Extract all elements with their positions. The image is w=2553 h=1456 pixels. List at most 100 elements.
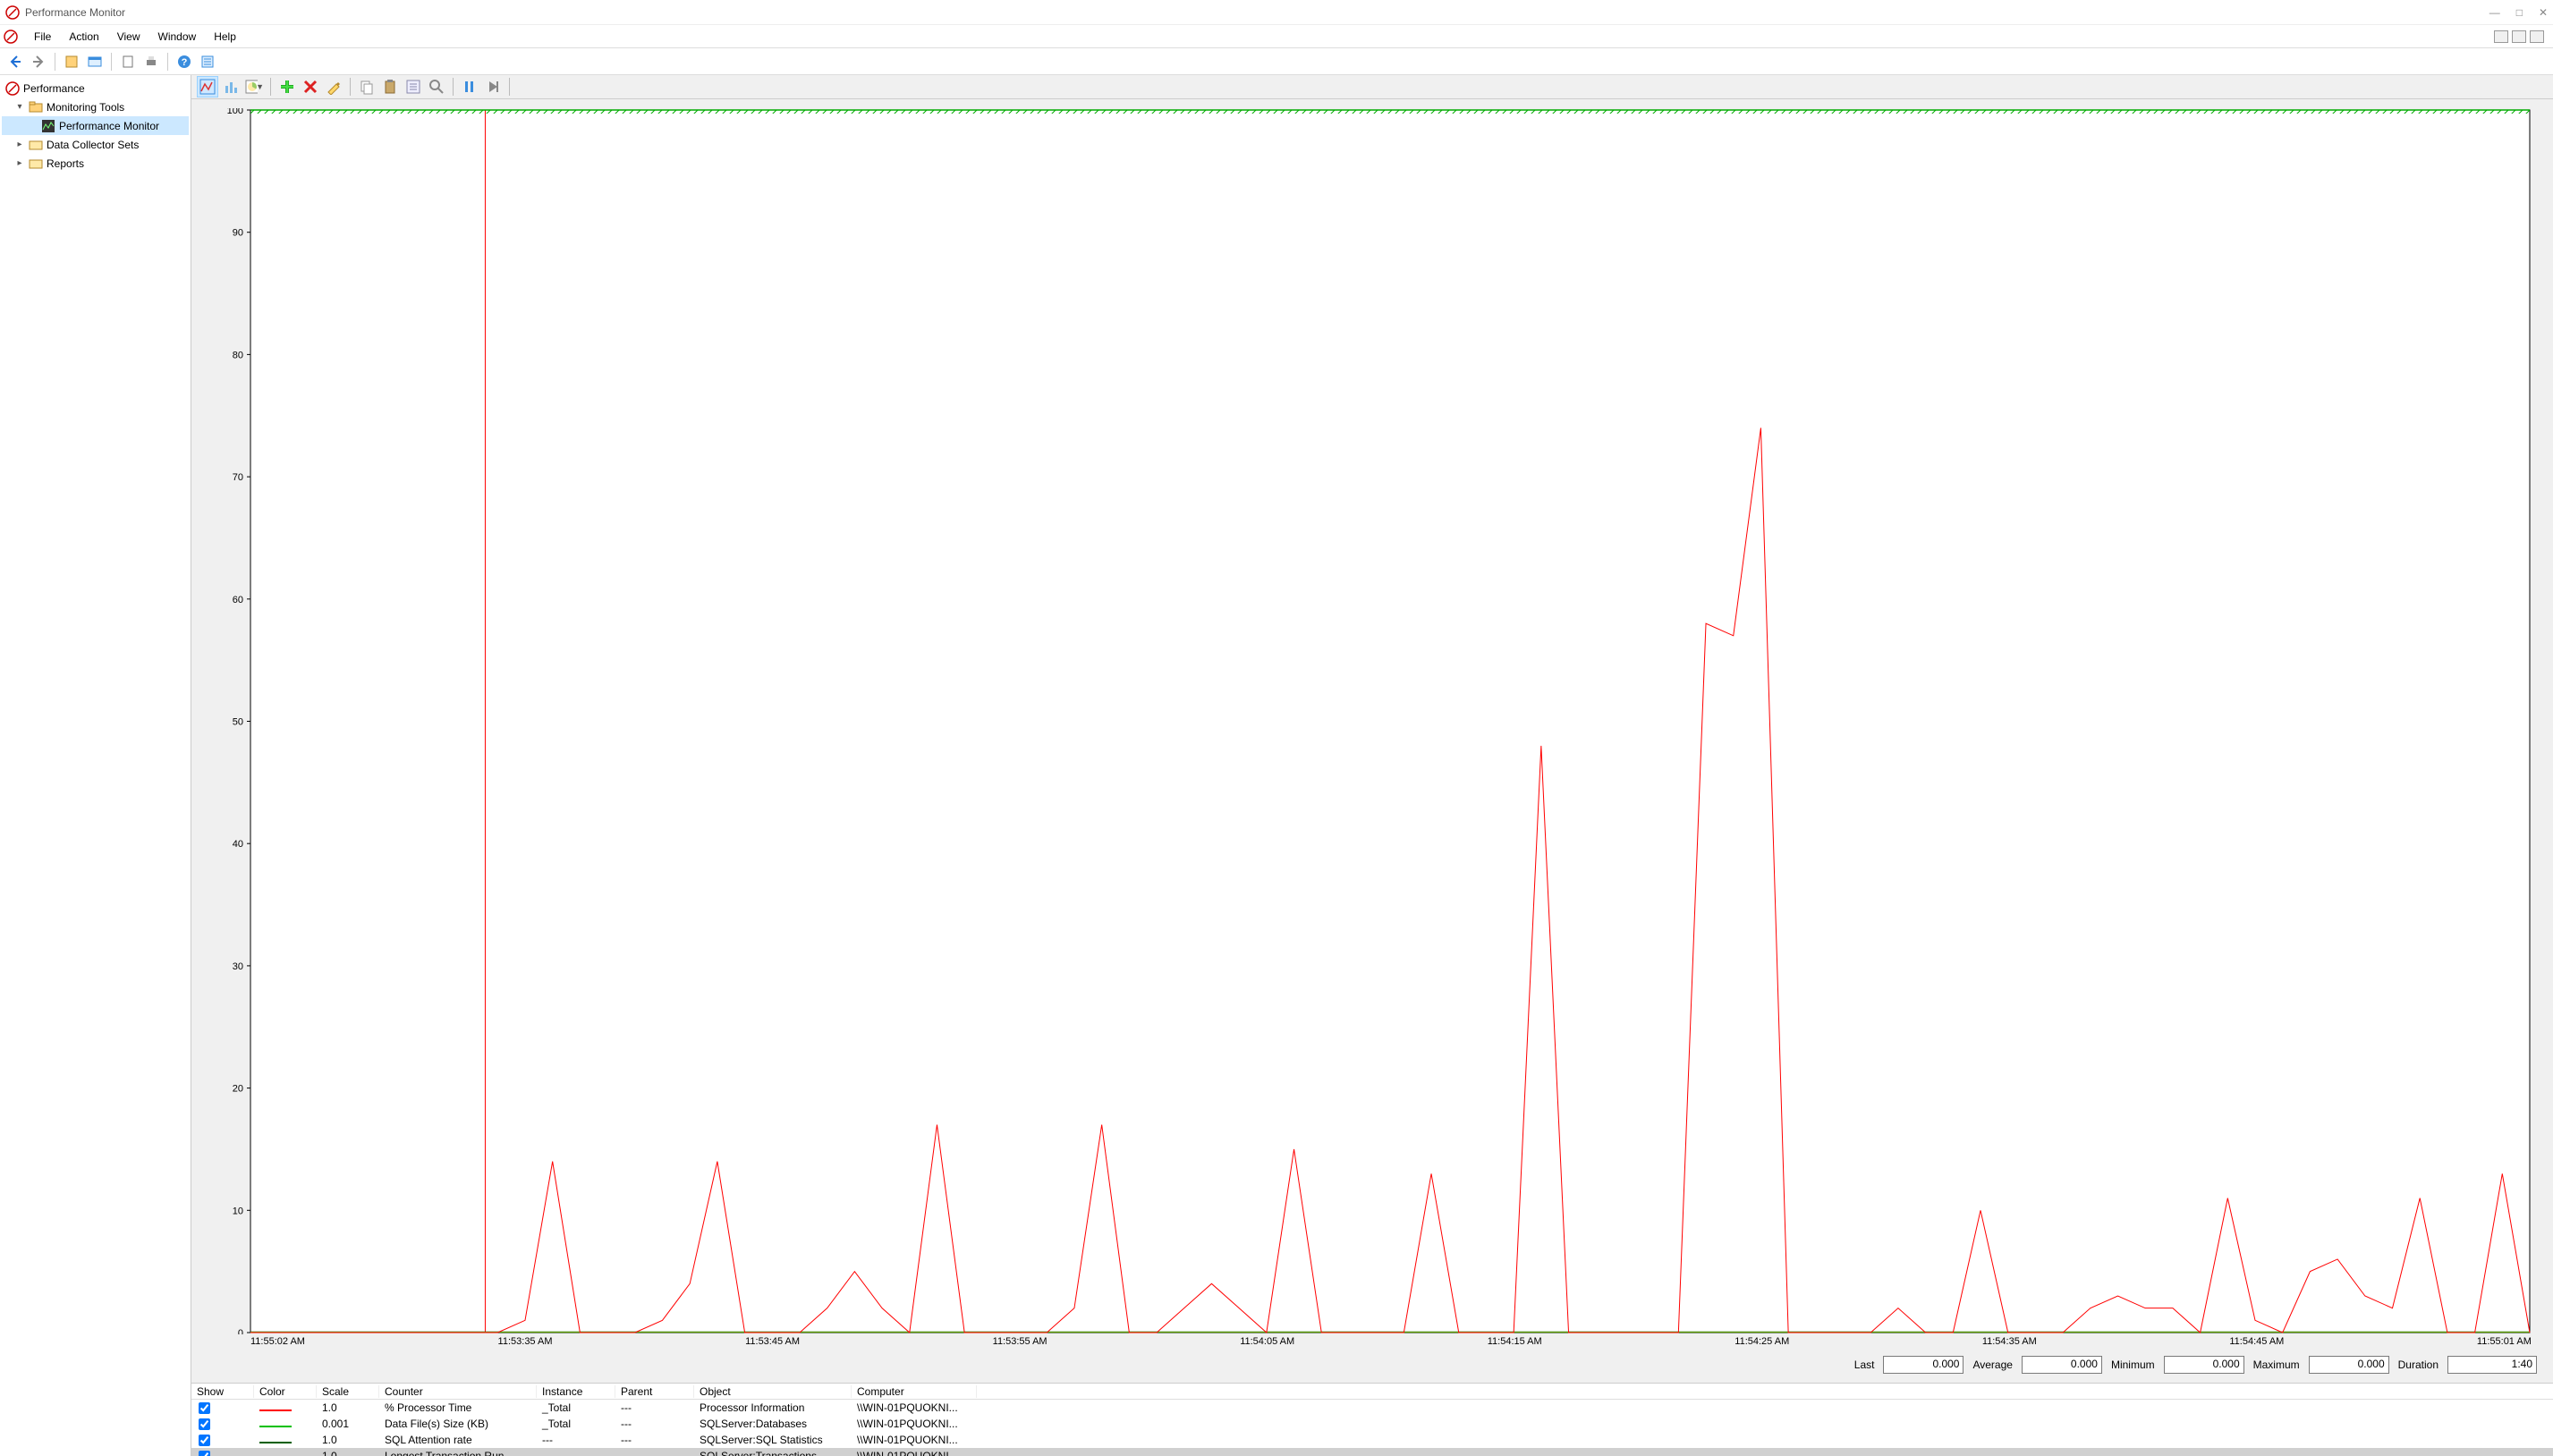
counter-row[interactable]: 1.0% Processor Time_Total---Processor In… [191, 1400, 2553, 1416]
x-axis-labels: 11:55:02 AM11:53:35 AM11:53:45 AM11:53:5… [213, 1336, 2532, 1347]
update-data-button[interactable] [482, 76, 504, 97]
maximize-button[interactable]: □ [2516, 6, 2523, 19]
svg-text:30: 30 [233, 961, 243, 972]
tree-expander-icon[interactable]: ▸ [14, 140, 25, 149]
col-show[interactable]: Show [191, 1385, 254, 1398]
properties-tool-button[interactable] [198, 52, 217, 72]
counter-row[interactable]: 0.001Data File(s) Size (KB)_Total---SQLS… [191, 1416, 2553, 1432]
menu-window[interactable]: Window [149, 27, 206, 47]
view-histogram-button[interactable] [220, 76, 242, 97]
svg-text:0: 0 [238, 1328, 243, 1334]
view-report-button[interactable]: ▼ [243, 76, 265, 97]
col-scale[interactable]: Scale [317, 1385, 379, 1398]
computer-cell: \\WIN-01PQUOKNI... [852, 1450, 977, 1456]
svg-text:50: 50 [233, 717, 243, 728]
counter-header-row: Show Color Scale Counter Instance Parent… [191, 1384, 2553, 1400]
export-button[interactable] [118, 52, 138, 72]
duration-label: Duration [2398, 1359, 2438, 1371]
menu-file[interactable]: File [25, 27, 60, 47]
highlight-button[interactable] [323, 76, 344, 97]
folder-icon [29, 138, 43, 152]
app-icon [5, 5, 20, 20]
color-swatch [259, 1442, 292, 1443]
tree-label: Performance [23, 82, 85, 95]
delete-counter-button[interactable] [300, 76, 321, 97]
minimum-label: Minimum [2111, 1359, 2155, 1371]
freeze-display-button[interactable] [459, 76, 480, 97]
menu-action[interactable]: Action [60, 27, 107, 47]
minimize-button[interactable]: — [2489, 6, 2500, 19]
tree-expander-icon[interactable]: ▸ [14, 158, 25, 168]
instance-cell: _Total [537, 1418, 615, 1430]
last-value: 0.000 [1883, 1356, 1964, 1374]
show-hide-tree-button[interactable] [62, 52, 81, 72]
col-computer[interactable]: Computer [852, 1385, 977, 1398]
mdi-minimize-button[interactable] [2494, 30, 2508, 43]
paste-button[interactable] [379, 76, 401, 97]
col-counter[interactable]: Counter [379, 1385, 537, 1398]
properties-button[interactable] [403, 76, 424, 97]
show-checkbox[interactable] [199, 1435, 210, 1446]
counter-row[interactable]: 1.0Longest Transaction Run...------SQLSe… [191, 1448, 2553, 1456]
col-instance[interactable]: Instance [537, 1385, 615, 1398]
counter-row[interactable]: 1.0SQL Attention rate------SQLServer:SQL… [191, 1432, 2553, 1448]
perfmon-root-icon [5, 81, 20, 96]
col-object[interactable]: Object [694, 1385, 852, 1398]
last-label: Last [1854, 1359, 1875, 1371]
object-cell: SQLServer:Databases [694, 1418, 852, 1430]
nav-forward-button[interactable] [29, 52, 48, 72]
color-swatch [259, 1426, 292, 1427]
counter-list[interactable]: Show Color Scale Counter Instance Parent… [191, 1383, 2553, 1456]
folder-icon [29, 100, 43, 114]
close-button[interactable]: ✕ [2539, 6, 2548, 19]
show-checkbox[interactable] [199, 1418, 210, 1430]
navigation-tree[interactable]: Performance ▾ Monitoring Tools Performan… [0, 75, 191, 1456]
parent-cell: --- [615, 1450, 694, 1456]
show-checkbox[interactable] [199, 1451, 210, 1456]
mdi-restore-button[interactable] [2512, 30, 2526, 43]
parent-cell: --- [615, 1418, 694, 1430]
menu-view[interactable]: View [108, 27, 149, 47]
object-cell: SQLServer:Transactions [694, 1450, 852, 1456]
svg-text:?: ? [182, 57, 188, 68]
scale-cell: 1.0 [317, 1401, 379, 1414]
print-button[interactable] [141, 52, 161, 72]
menu-help[interactable]: Help [205, 27, 245, 47]
help-button[interactable]: ? [174, 52, 194, 72]
tree-expander-icon[interactable]: ▾ [14, 102, 25, 112]
tree-root-performance[interactable]: Performance [2, 79, 189, 97]
scale-cell: 1.0 [317, 1434, 379, 1446]
instance-cell: --- [537, 1434, 615, 1446]
col-parent[interactable]: Parent [615, 1385, 694, 1398]
zoom-button[interactable] [426, 76, 447, 97]
x-tick-label: 11:53:35 AM [498, 1336, 553, 1347]
computer-cell: \\WIN-01PQUOKNI... [852, 1401, 977, 1414]
x-tick-label: 11:54:35 AM [1982, 1336, 2037, 1347]
copy-button[interactable] [356, 76, 377, 97]
tree-label: Monitoring Tools [47, 101, 124, 114]
chart-area[interactable]: 0102030405060708090100 11:55:02 AM11:53:… [191, 99, 2553, 1350]
tree-reports[interactable]: ▸ Reports [2, 154, 189, 173]
counter-cell: Data File(s) Size (KB) [379, 1418, 537, 1430]
view-line-button[interactable] [197, 76, 218, 97]
app-icon-small [4, 30, 18, 44]
tree-monitoring-tools[interactable]: ▾ Monitoring Tools [2, 97, 189, 116]
computer-cell: \\WIN-01PQUOKNI... [852, 1418, 977, 1430]
chart-icon [41, 119, 55, 133]
mdi-close-button[interactable] [2530, 30, 2544, 43]
computer-cell: \\WIN-01PQUOKNI... [852, 1434, 977, 1446]
titlebar: Performance Monitor — □ ✕ [0, 0, 2553, 25]
svg-text:20: 20 [233, 1084, 243, 1095]
new-window-button[interactable] [85, 52, 105, 72]
add-counter-button[interactable] [276, 76, 298, 97]
tree-performance-monitor[interactable]: Performance Monitor [2, 116, 189, 135]
tree-data-collector-sets[interactable]: ▸ Data Collector Sets [2, 135, 189, 154]
counter-cell: % Processor Time [379, 1401, 537, 1414]
col-color[interactable]: Color [254, 1385, 317, 1398]
show-checkbox[interactable] [199, 1402, 210, 1414]
minimum-value: 0.000 [2164, 1356, 2244, 1374]
tree-label: Performance Monitor [59, 120, 159, 132]
nav-back-button[interactable] [5, 52, 25, 72]
line-chart[interactable]: 0102030405060708090100 [213, 108, 2532, 1334]
tree-label: Reports [47, 157, 84, 170]
